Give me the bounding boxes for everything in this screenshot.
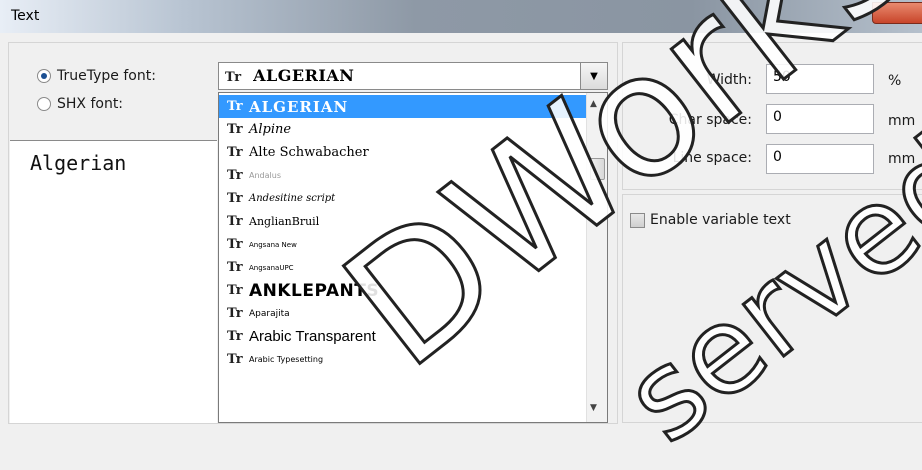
scroll-down-icon[interactable]: ▼ bbox=[590, 403, 597, 413]
font-item-label: Andesitine script bbox=[249, 193, 336, 204]
font-item-label: Arabic Typesetting bbox=[249, 355, 324, 364]
char-space-unit: mm bbox=[888, 113, 916, 129]
preview-text: Algerian bbox=[30, 151, 127, 175]
variable-text-group bbox=[622, 194, 922, 423]
truetype-label: TrueType font: bbox=[57, 68, 156, 84]
font-item-label: Arabic Transparent bbox=[249, 328, 376, 345]
dropdown-scrollbar[interactable]: ▲ ▼ bbox=[586, 93, 607, 422]
font-combo[interactable]: Tr ALGERIAN ▼ bbox=[218, 62, 608, 90]
char-space-field[interactable]: 0 bbox=[766, 104, 874, 134]
truetype-icon: Tr bbox=[227, 283, 243, 298]
truetype-icon: Tr bbox=[227, 99, 243, 114]
font-item[interactable]: Tr Arabic Transparent bbox=[219, 325, 587, 348]
font-item[interactable]: Tr Alpine bbox=[219, 118, 587, 141]
scroll-up-icon[interactable]: ▲ bbox=[590, 99, 597, 109]
font-item[interactable]: Tr Angsana New bbox=[219, 233, 587, 256]
line-space-field[interactable]: 0 bbox=[766, 144, 874, 174]
truetype-icon: Tr bbox=[227, 191, 243, 206]
truetype-icon: Tr bbox=[227, 122, 243, 137]
close-button[interactable] bbox=[872, 2, 922, 24]
width-field[interactable]: 50 bbox=[766, 64, 874, 94]
font-item-label: Angsana New bbox=[249, 240, 297, 249]
scroll-thumb[interactable] bbox=[590, 158, 605, 180]
font-item[interactable]: Tr Alte Schwabacher bbox=[219, 141, 587, 164]
truetype-radio[interactable] bbox=[37, 69, 51, 83]
font-item[interactable]: Tr AnglianBruil bbox=[219, 210, 587, 233]
enable-variable-text-row[interactable]: Enable variable text bbox=[630, 212, 791, 228]
font-item-label: AnglianBruil bbox=[249, 215, 320, 228]
font-item-label: Alte Schwabacher bbox=[249, 145, 369, 160]
line-space-label: Line space: bbox=[672, 150, 752, 166]
truetype-icon: Tr bbox=[227, 352, 243, 367]
font-item[interactable]: Tr Andalus bbox=[219, 164, 587, 187]
truetype-icon: Tr bbox=[225, 70, 242, 85]
font-item[interactable]: Tr Arabic Typesetting bbox=[219, 348, 587, 371]
font-item[interactable]: Tr Andesitine script bbox=[219, 187, 587, 210]
selected-font-name: ALGERIAN bbox=[253, 66, 355, 85]
truetype-icon: Tr bbox=[227, 237, 243, 252]
font-item-label: Andalus bbox=[249, 171, 281, 180]
shx-label: SHX font: bbox=[57, 96, 124, 112]
font-item[interactable]: Tr Aparajita bbox=[219, 302, 587, 325]
truetype-icon: Tr bbox=[227, 214, 243, 229]
font-item[interactable]: Tr ANKLEPANTS bbox=[219, 279, 587, 302]
dropdown-arrow-button[interactable]: ▼ bbox=[580, 63, 607, 89]
char-space-label: Char space: bbox=[668, 112, 752, 128]
truetype-icon: Tr bbox=[227, 168, 243, 183]
truetype-radio-row[interactable]: TrueType font: bbox=[37, 68, 156, 84]
font-item-label: Alpine bbox=[249, 122, 292, 137]
variable-text-checkbox[interactable] bbox=[630, 212, 645, 228]
shx-radio[interactable] bbox=[37, 97, 51, 111]
font-item-label: AngsanaUPC bbox=[249, 263, 294, 272]
truetype-icon: Tr bbox=[227, 306, 243, 321]
font-dropdown-list[interactable]: Tr ALGERIAN Tr Alpine Tr Alte Schwabache… bbox=[218, 92, 608, 423]
truetype-icon: Tr bbox=[227, 329, 243, 344]
truetype-icon: Tr bbox=[227, 260, 243, 275]
variable-text-label: Enable variable text bbox=[650, 212, 791, 228]
chevron-down-icon: ▼ bbox=[590, 70, 598, 82]
line-space-unit: mm bbox=[888, 151, 916, 167]
window-title: Text bbox=[11, 8, 40, 24]
text-preview[interactable]: Algerian bbox=[10, 140, 217, 423]
font-item-label: Aparajita bbox=[249, 308, 290, 319]
width-label: Width: bbox=[706, 72, 752, 88]
combo-value: Tr ALGERIAN bbox=[225, 66, 354, 85]
font-item[interactable]: Tr AngsanaUPC bbox=[219, 256, 587, 279]
font-item-label: ALGERIAN bbox=[249, 97, 349, 116]
title-bar: Text bbox=[0, 0, 922, 33]
truetype-icon: Tr bbox=[227, 145, 243, 160]
shx-radio-row[interactable]: SHX font: bbox=[37, 96, 123, 112]
font-item-label: ANKLEPANTS bbox=[249, 280, 380, 301]
font-item[interactable]: Tr ALGERIAN bbox=[219, 95, 587, 118]
width-unit: % bbox=[888, 73, 902, 89]
